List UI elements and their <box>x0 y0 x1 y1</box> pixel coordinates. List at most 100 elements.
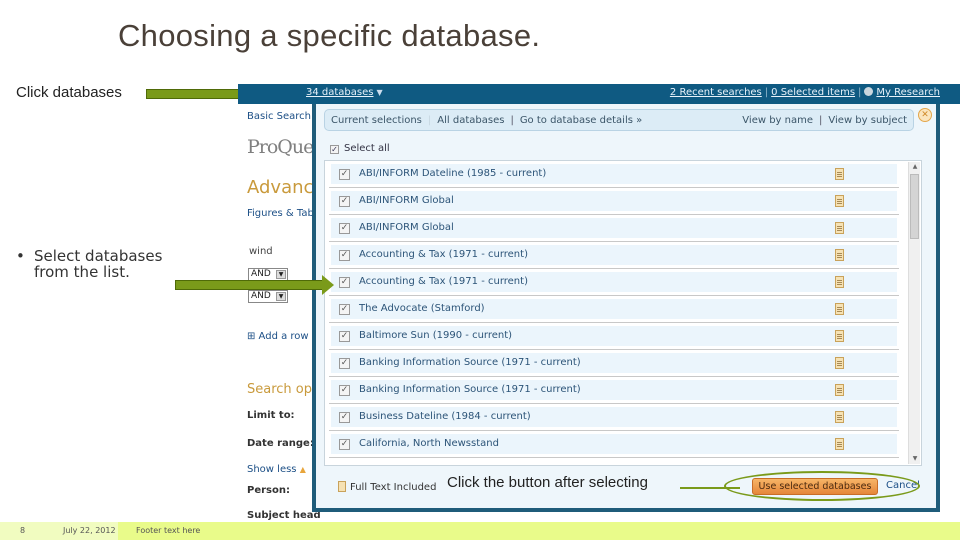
database-name[interactable]: ABI/INFORM Global <box>359 195 454 206</box>
database-row[interactable]: ✓ California, North Newsstand <box>329 431 899 458</box>
selected-items-link[interactable]: 0 Selected items <box>771 87 855 98</box>
full-text-icon <box>835 330 844 342</box>
database-row[interactable]: ✓ Banking Information Source (1971 - curr… <box>329 350 899 377</box>
search-term[interactable]: wind <box>249 246 273 257</box>
database-checkbox[interactable]: ✓ <box>339 385 350 396</box>
database-name[interactable]: Business Dateline (1984 - current) <box>359 411 531 422</box>
database-checkbox[interactable]: ✓ <box>339 358 350 369</box>
database-row[interactable]: ✓ ABI/INFORM Dateline (1985 - current) <box>329 161 899 188</box>
database-row[interactable]: ✓ Banking Information Source (1971 - curr… <box>329 377 899 404</box>
operator-select-2[interactable]: AND ▼ <box>248 290 288 303</box>
database-name[interactable]: ABI/INFORM Global <box>359 222 454 233</box>
basic-search-link[interactable]: Basic Search <box>247 111 311 122</box>
show-less-label: Show less <box>247 464 297 475</box>
tab-current-selections[interactable]: Current selections <box>331 115 422 126</box>
subject-heading-label: Subject head <box>247 510 321 521</box>
arrow-to-list <box>175 275 334 295</box>
database-row[interactable]: ✓ Accounting & Tax (1971 - current) <box>329 242 899 269</box>
scroll-down-icon[interactable]: ▼ <box>909 454 921 464</box>
database-checkbox[interactable]: ✓ <box>339 223 350 234</box>
divider: | <box>819 115 823 126</box>
date-range-label: Date range: <box>247 438 314 449</box>
view-by-name-link[interactable]: View by name <box>742 115 813 126</box>
database-checkbox[interactable]: ✓ <box>339 277 350 288</box>
tabs-right: View by name | View by subject <box>742 115 907 126</box>
full-text-icon <box>835 276 844 288</box>
database-name[interactable]: Baltimore Sun (1990 - current) <box>359 330 512 341</box>
database-name[interactable]: The Advocate (Stamford) <box>359 303 485 314</box>
person-label: Person: <box>247 485 290 496</box>
full-text-icon <box>835 168 844 180</box>
my-research-link[interactable]: My Research <box>876 87 940 98</box>
callout-click-databases: Click databases <box>16 84 122 101</box>
page-right-edge <box>938 104 960 522</box>
bullet-select-databases: • Select databases from the list. <box>14 248 174 280</box>
user-icon <box>864 87 874 96</box>
database-list[interactable]: ✓ ABI/INFORM Dateline (1985 - current) ✓ AB… <box>324 160 922 466</box>
database-name[interactable]: Accounting & Tax (1971 - current) <box>359 249 528 260</box>
limit-to-label: Limit to: <box>247 410 295 421</box>
proquest-screenshot: 34 databases ▼ 2 Recent searches | 0 Select… <box>238 84 960 522</box>
scroll-thumb[interactable] <box>910 174 919 239</box>
close-icon[interactable]: ✕ <box>918 108 932 122</box>
database-checkbox[interactable]: ✓ <box>339 196 350 207</box>
database-checkbox[interactable]: ✓ <box>339 250 350 261</box>
select-all-checkbox[interactable]: ✓ Select all <box>330 143 390 154</box>
scroll-up-icon[interactable]: ▲ <box>909 162 921 172</box>
full-text-icon <box>835 357 844 369</box>
database-row[interactable]: ✓ ABI/INFORM Global <box>329 188 899 215</box>
database-checkbox[interactable]: ✓ <box>339 304 350 315</box>
database-checkbox[interactable]: ✓ <box>339 412 350 423</box>
database-name[interactable]: California, North Newsstand <box>359 438 499 449</box>
footer-date: July 22, 2012 <box>63 526 116 535</box>
proquest-logo: ProQues <box>247 136 323 158</box>
slide-footer: 8 July 22, 2012 Footer text here <box>0 522 960 540</box>
full-text-icon <box>835 384 844 396</box>
highlight-ellipse <box>724 471 920 501</box>
database-name[interactable]: Accounting & Tax (1971 - current) <box>359 276 528 287</box>
bullet-text: Select databases from the list. <box>34 247 163 281</box>
divider: | <box>764 87 769 98</box>
database-checkbox[interactable]: ✓ <box>339 439 350 450</box>
show-less-link[interactable]: Show less ▲ <box>247 464 306 475</box>
full-text-icon <box>835 195 844 207</box>
full-text-icon <box>338 481 346 492</box>
full-text-icon <box>835 303 844 315</box>
database-checkbox[interactable]: ✓ <box>339 169 350 180</box>
chevron-up-icon: ▲ <box>299 465 306 474</box>
database-row[interactable]: ✓ Baltimore Sun (1990 - current) <box>329 323 899 350</box>
database-row[interactable]: ✓ Business Dateline (1984 - current) <box>329 404 899 431</box>
checkbox-icon: ✓ <box>330 145 339 154</box>
callout-click-button: Click the button after selecting <box>447 474 648 491</box>
slide-number: 8 <box>20 526 26 535</box>
list-scrollbar[interactable]: ▲ ▼ <box>908 162 920 464</box>
database-row[interactable]: ✓ Accounting & Tax (1971 - current) <box>329 269 899 296</box>
bullet-dot: • <box>16 247 25 265</box>
top-links: 2 Recent searches | 0 Selected items | My Re… <box>670 87 940 98</box>
divider: | <box>510 115 514 126</box>
database-name[interactable]: Banking Information Source (1971 - curre… <box>359 384 581 395</box>
top-bar: 34 databases ▼ 2 Recent searches | 0 Select… <box>238 84 960 104</box>
view-by-subject-link[interactable]: View by subject <box>828 115 907 126</box>
dialog-tabs: Current selections | All databases | Go to d… <box>324 109 914 131</box>
database-row[interactable]: ✓ ABI/INFORM Global <box>329 215 899 242</box>
recent-searches-link[interactable]: 2 Recent searches <box>670 87 762 98</box>
add-row-link[interactable]: ⊞ Add a row <box>247 331 309 342</box>
go-to-details-link[interactable]: Go to database details » <box>520 115 642 126</box>
full-text-icon <box>835 411 844 423</box>
dropdown-arrow-icon: ▼ <box>276 292 286 301</box>
full-text-icon <box>835 222 844 234</box>
search-options-heading: Search op <box>247 382 312 397</box>
slide-title: Choosing a specific database. <box>118 18 541 53</box>
full-text-icon <box>835 438 844 450</box>
figures-tables-link[interactable]: Figures & Tab <box>247 208 314 219</box>
databases-link[interactable]: 34 databases ▼ <box>306 87 383 98</box>
dropdown-arrow-icon: ▼ <box>276 270 286 279</box>
database-checkbox[interactable]: ✓ <box>339 331 350 342</box>
callout-connector-line <box>680 487 740 489</box>
database-name[interactable]: ABI/INFORM Dateline (1985 - current) <box>359 168 546 179</box>
legend-label: Full Text Included <box>350 482 437 493</box>
tab-all-databases[interactable]: All databases <box>437 115 504 126</box>
database-row[interactable]: ✓ The Advocate (Stamford) <box>329 296 899 323</box>
database-name[interactable]: Banking Information Source (1971 - curre… <box>359 357 581 368</box>
